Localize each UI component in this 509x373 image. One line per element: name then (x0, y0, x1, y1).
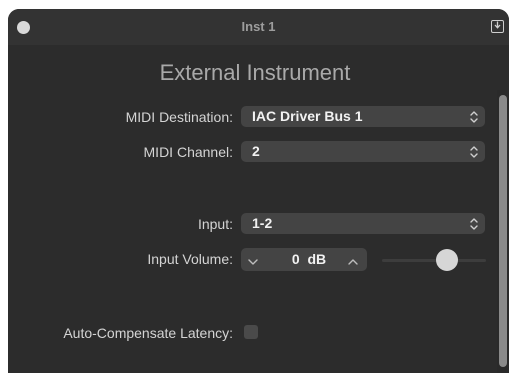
input-volume-value[interactable]: 0 dB (282, 251, 336, 267)
input-label: Input: (197, 216, 233, 232)
updown-chevron-icon (469, 110, 479, 124)
updown-chevron-icon (469, 217, 479, 231)
midi-destination-value: IAC Driver Bus 1 (252, 108, 363, 124)
updown-chevron-icon (469, 145, 479, 159)
midi-destination-popup[interactable]: IAC Driver Bus 1 (241, 106, 485, 127)
plugin-window: Inst 1 External Instrument MIDI Destinat… (8, 9, 509, 373)
window-title: Inst 1 (241, 19, 276, 34)
chevron-down-icon[interactable] (247, 254, 259, 265)
scrollbar-thumb[interactable] (499, 95, 507, 367)
input-volume-slider-track[interactable] (382, 259, 486, 262)
input-volume-stepper[interactable]: 0 dB (241, 248, 367, 271)
plugin-title: External Instrument (159, 60, 351, 85)
input-volume-label: Input Volume: (147, 251, 233, 267)
input-value: 1-2 (252, 215, 273, 231)
input-volume-slider-knob[interactable] (436, 249, 458, 271)
chevron-up-icon[interactable] (347, 254, 359, 265)
download-icon[interactable] (491, 20, 504, 33)
midi-channel-popup[interactable]: 2 (241, 141, 485, 162)
input-popup[interactable]: 1-2 (241, 213, 485, 234)
midi-channel-value: 2 (252, 143, 260, 159)
midi-destination-label: MIDI Destination: (125, 109, 233, 125)
title-bar: Inst 1 (8, 9, 509, 45)
midi-channel-label: MIDI Channel: (143, 144, 233, 160)
auto-compensate-checkbox[interactable] (244, 325, 258, 339)
auto-compensate-label: Auto-Compensate Latency: (63, 325, 233, 341)
